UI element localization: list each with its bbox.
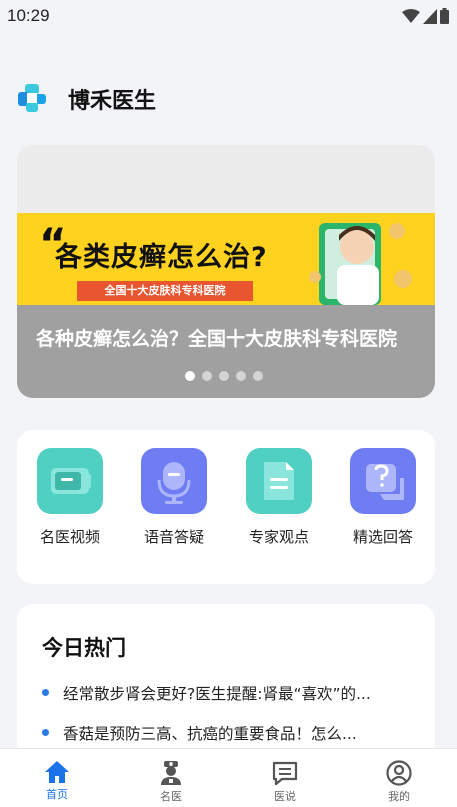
signal-icon	[423, 8, 437, 24]
tab-profile[interactable]: 我的	[342, 749, 456, 807]
tab-label: 医说	[274, 790, 296, 803]
quick-action-label: 语音答疑	[143, 528, 204, 546]
question-chat-icon	[350, 448, 416, 514]
tab-home[interactable]: 首页	[0, 749, 114, 807]
carousel-dot[interactable]	[202, 371, 212, 381]
hot-list-item[interactable]: 香菇是预防三高、抗癌的重要食品！怎么...	[42, 722, 412, 744]
tab-label: 首页	[46, 788, 68, 801]
video-icon	[37, 448, 103, 514]
bottom-tab-bar: 首页 名医 医说 我的	[0, 748, 457, 807]
home-icon	[45, 761, 69, 783]
app-header: 博禾医生	[0, 72, 457, 124]
carousel-indicator	[185, 371, 263, 381]
microphone-icon	[141, 448, 207, 514]
tab-articles[interactable]: 医说	[228, 749, 342, 807]
banner-carousel[interactable]: “ 各类皮癣怎么治? 全国十大皮肤科专科医院 各种皮癣怎么治？全国十大皮肤科专科…	[17, 145, 435, 398]
carousel-dot[interactable]	[185, 371, 195, 381]
quick-action-answers[interactable]: 精选回答	[337, 448, 429, 547]
quick-action-label: 精选回答	[352, 528, 413, 546]
carousel-dot[interactable]	[253, 371, 263, 381]
quick-action-label: 专家观点	[248, 528, 309, 546]
hot-item-text: 香菇是预防三高、抗癌的重要食品！怎么...	[63, 725, 357, 743]
carousel-dot[interactable]	[219, 371, 229, 381]
hot-section-title: 今日热门	[42, 636, 126, 660]
wifi-icon	[402, 8, 420, 23]
quick-actions-card: 名医视频 语音答疑 专家观点 精选回答	[17, 430, 435, 584]
profile-icon	[386, 760, 412, 786]
banner-art-headline: 各类皮癣怎么治?	[55, 242, 268, 273]
status-icons	[402, 8, 449, 24]
quick-action-opinion[interactable]: 专家观点	[233, 448, 325, 547]
document-icon	[246, 448, 312, 514]
banner-image: “ 各类皮癣怎么治? 全国十大皮肤科专科医院	[17, 213, 435, 305]
banner-caption: 各种皮癣怎么治？全国十大皮肤科专科医院	[36, 328, 398, 350]
battery-icon	[440, 8, 449, 24]
banner-art-strip: 全国十大皮肤科专科医院	[77, 281, 253, 301]
app-logo-icon	[18, 84, 46, 112]
quick-action-voice[interactable]: 语音答疑	[128, 448, 220, 547]
tab-label: 我的	[388, 790, 410, 803]
quick-action-label: 名医视频	[39, 528, 100, 546]
doctor-illustration-icon	[309, 223, 412, 305]
app-title: 博禾医生	[68, 89, 157, 114]
status-time: 10:29	[7, 6, 50, 25]
tab-label: 名医	[160, 790, 182, 803]
carousel-dot[interactable]	[236, 371, 246, 381]
bullet-icon	[42, 689, 49, 696]
hot-item-text: 经常散步肾会更好?医生提醒:肾最“喜欢”的...	[63, 685, 371, 703]
message-icon	[272, 761, 298, 786]
doctor-icon	[161, 761, 181, 785]
hot-list-item[interactable]: 经常散步肾会更好?医生提醒:肾最“喜欢”的...	[42, 682, 412, 704]
quick-action-video[interactable]: 名医视频	[24, 448, 116, 547]
status-bar: 10:29	[0, 0, 457, 32]
tab-doctors[interactable]: 名医	[114, 749, 228, 807]
bullet-icon	[42, 729, 49, 736]
